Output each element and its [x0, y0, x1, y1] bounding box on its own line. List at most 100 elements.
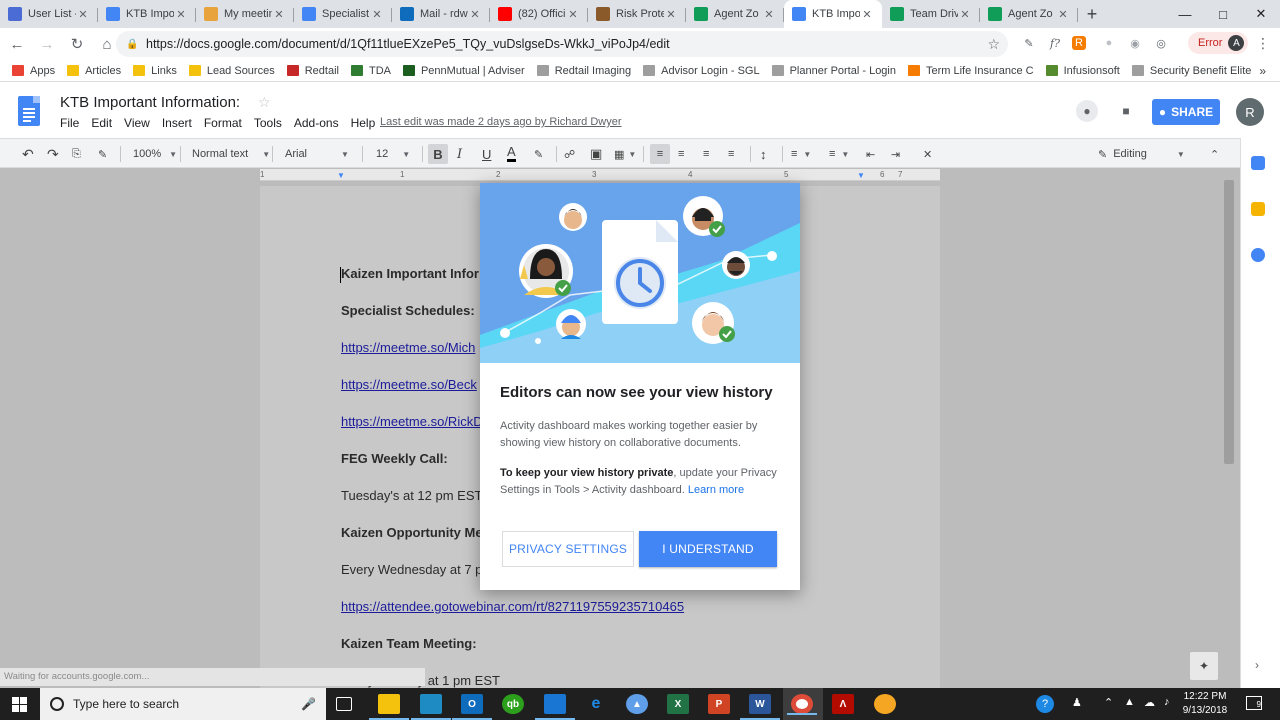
address-bar[interactable]: 🔒 https://docs.google.com/document/d/1Qf…	[116, 31, 1008, 57]
browser-tab[interactable]: KTB Impo ✕	[784, 0, 882, 28]
expand-panel-icon[interactable]: ›	[1255, 658, 1259, 672]
bold-icon[interactable]: B	[428, 144, 448, 164]
share-button[interactable]: ● SHARE	[1152, 99, 1220, 125]
formula-extension-icon[interactable]: f?	[1046, 34, 1064, 52]
underline-icon[interactable]: U	[482, 144, 491, 164]
taskbar-clock[interactable]: 12:22 PM 9/13/2018	[1180, 690, 1230, 718]
extension-icon[interactable]: ●	[1100, 34, 1118, 52]
text-color-icon[interactable]: A	[507, 144, 516, 162]
link-icon[interactable]: ☍	[564, 144, 575, 164]
app-icon[interactable]	[874, 694, 896, 714]
zoom-select[interactable]: 100% ▼	[133, 144, 177, 164]
extension-icon[interactable]: ◎	[1152, 34, 1170, 52]
volume-icon[interactable]: ♪	[1164, 696, 1170, 708]
minimize-button[interactable]: —	[1166, 0, 1204, 28]
star-document-icon[interactable]: ☆	[258, 94, 271, 111]
indent-marker[interactable]: ▼	[337, 171, 345, 180]
paint-format-icon[interactable]: ✎	[98, 144, 107, 164]
outlook-icon[interactable]: O	[452, 694, 492, 720]
decrease-indent-icon[interactable]: ⇤	[866, 144, 875, 164]
document-link[interactable]: https://meetme.so/RickD	[341, 414, 483, 429]
align-left-icon[interactable]: ≡	[650, 144, 670, 164]
font-select[interactable]: Arial ▼	[285, 144, 349, 164]
close-tab-icon[interactable]: ✕	[860, 8, 874, 21]
browser-tab[interactable]: Agent Zo ✕	[980, 0, 1078, 28]
menu-item-edit[interactable]: Edit	[91, 116, 112, 130]
bookmark-item[interactable]: Security Benefit Elite	[1131, 65, 1251, 77]
justify-icon[interactable]: ≡	[728, 144, 734, 164]
last-edit-link[interactable]: Last edit was made 2 days ago by Richard…	[380, 116, 622, 128]
browser-tab[interactable]: Risk Prote ✕	[588, 0, 686, 28]
hide-menus-icon[interactable]: ⌃	[1210, 144, 1219, 164]
font-size-select[interactable]: 12 ▼	[376, 144, 410, 164]
vertical-scrollbar[interactable]	[1224, 180, 1234, 464]
task-view-icon[interactable]	[336, 697, 352, 711]
comment-add-icon[interactable]: ▣	[590, 144, 602, 164]
right-indent-marker[interactable]: ▼	[857, 171, 865, 180]
document-link[interactable]: https://attendee.gotowebinar.com/rt/8271…	[341, 599, 684, 614]
present-user-icon[interactable]: ●	[1076, 100, 1098, 122]
store-app-icon[interactable]	[411, 694, 451, 720]
comments-icon[interactable]: ■	[1115, 100, 1137, 122]
browser-tab[interactable]: User List - ✕	[0, 0, 98, 28]
edge-icon[interactable]: e	[585, 694, 607, 714]
bookmark-item[interactable]: Redtail	[286, 65, 339, 77]
profile-error-button[interactable]: Error A	[1188, 32, 1249, 54]
close-tab-icon[interactable]: ✕	[762, 8, 776, 21]
keep-icon[interactable]	[1251, 202, 1265, 216]
increase-indent-icon[interactable]: ⇥	[891, 144, 900, 164]
close-tab-icon[interactable]: ✕	[566, 8, 580, 21]
align-right-icon[interactable]: ≡	[703, 144, 709, 164]
browser-tab[interactable]: Agent Zo ✕	[686, 0, 784, 28]
close-tab-icon[interactable]: ✕	[958, 8, 972, 21]
menu-item-view[interactable]: View	[124, 116, 150, 130]
close-tab-icon[interactable]: ✕	[1056, 8, 1070, 21]
bulleted-list-icon[interactable]: ≡ ▼	[829, 144, 849, 164]
url-text[interactable]: https://docs.google.com/document/d/1Qf11…	[146, 37, 670, 51]
eyedropper-extension-icon[interactable]: ✎	[1020, 34, 1038, 52]
back-icon[interactable]: ←	[4, 31, 30, 57]
redo-icon[interactable]: ↷	[47, 144, 59, 164]
forward-icon[interactable]: →	[34, 31, 60, 57]
bookmark-item[interactable]: PennMutual | Adviser	[402, 65, 525, 77]
close-window-button[interactable]: ✕	[1242, 0, 1280, 28]
close-tab-icon[interactable]: ✕	[174, 8, 188, 21]
bookmark-item[interactable]: Term Life Insurance C	[908, 65, 1034, 77]
extension-icon[interactable]: ◉	[1126, 34, 1144, 52]
more-bookmarks-button[interactable]: »	[1259, 64, 1266, 78]
acrobat-icon[interactable]: Λ	[832, 694, 854, 714]
bookmark-item[interactable]: TDA	[350, 65, 391, 77]
redtail-extension-icon[interactable]: R	[1072, 36, 1086, 50]
editing-mode-select[interactable]: ✎ Editing ▼	[1098, 144, 1185, 164]
style-select[interactable]: Normal text ▼	[192, 144, 270, 164]
document-title[interactable]: KTB Important Information:	[60, 94, 240, 111]
bookmark-item[interactable]: Lead Sources	[188, 65, 275, 77]
i-understand-button[interactable]: I UNDERSTAND	[639, 531, 777, 567]
close-tab-icon[interactable]: ✕	[468, 8, 482, 21]
numbered-list-icon[interactable]: ≡ ▼	[791, 144, 811, 164]
browser-tab[interactable]: My meetin ✕	[196, 0, 294, 28]
network-icon[interactable]: ▲	[1124, 696, 1135, 708]
close-tab-icon[interactable]: ✕	[76, 8, 90, 21]
powerpoint-icon[interactable]: P	[708, 694, 730, 714]
menu-item-format[interactable]: Format	[204, 116, 242, 130]
windows-start-icon[interactable]	[12, 697, 27, 712]
bookmark-star-icon[interactable]: ☆	[987, 36, 1000, 53]
bookmark-item[interactable]: Articles	[67, 65, 121, 77]
new-tab-button[interactable]: +	[1078, 0, 1106, 28]
browser-tab[interactable]: Team Driv ✕	[882, 0, 980, 28]
line-spacing-icon[interactable]: ↕	[760, 144, 767, 164]
file-explorer-icon[interactable]	[369, 694, 409, 720]
menu-item-addons[interactable]: Add-ons	[294, 116, 339, 130]
menu-item-tools[interactable]: Tools	[254, 116, 282, 130]
people-tray-icon[interactable]: ♟	[1072, 696, 1082, 709]
italic-icon[interactable]: I	[457, 144, 462, 164]
menu-item-help[interactable]: Help	[351, 116, 376, 130]
microphone-icon[interactable]: 🎤	[301, 697, 316, 711]
browser-tab[interactable]: KTB Impo ✕	[98, 0, 196, 28]
excel-icon[interactable]: X	[667, 694, 689, 714]
bookmark-item[interactable]: Infusionsoft	[1045, 65, 1120, 77]
privacy-settings-button[interactable]: PRIVACY SETTINGS	[502, 531, 634, 567]
explore-button[interactable]: ✦	[1190, 652, 1218, 680]
document-link[interactable]: https://meetme.so/Beck	[341, 377, 477, 392]
